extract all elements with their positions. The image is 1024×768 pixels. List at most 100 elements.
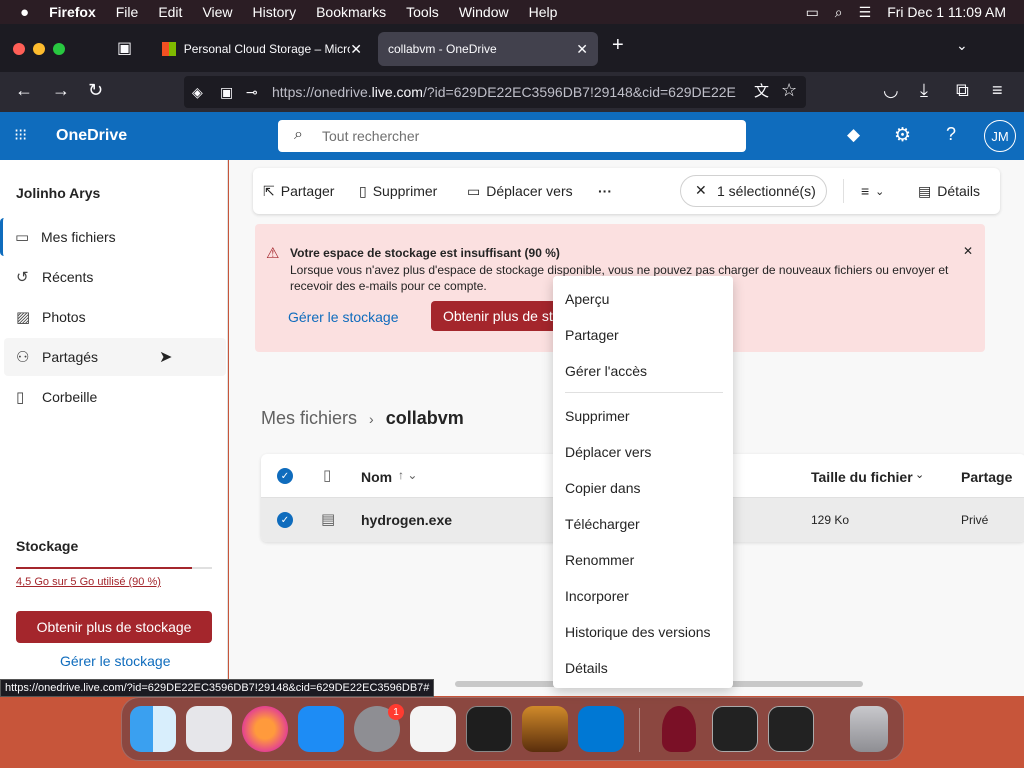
menu-tools[interactable]: Tools xyxy=(406,4,439,20)
column-header-name[interactable]: Nom xyxy=(361,469,392,485)
vscode-icon[interactable] xyxy=(578,706,624,752)
forward-icon[interactable]: → xyxy=(52,80,70,101)
delete-button[interactable]: ▯ Supprimer xyxy=(359,168,437,214)
tab-close-icon[interactable]: ✕ xyxy=(576,41,588,58)
garageband-icon[interactable] xyxy=(522,706,568,752)
menu-item-embed[interactable]: Incorporer xyxy=(565,588,629,604)
app-store-icon[interactable] xyxy=(298,706,344,752)
clear-selection-icon[interactable]: ✕ xyxy=(695,182,707,199)
permissions-icon[interactable]: ⊸ xyxy=(246,84,258,101)
storage-usage-link[interactable]: 4,5 Go sur 5 Go utilisé (90 %) xyxy=(16,576,161,588)
menu-history[interactable]: History xyxy=(253,4,297,20)
menu-item-download[interactable]: Télécharger xyxy=(565,516,640,532)
firefox-view-icon[interactable]: ▣ xyxy=(117,38,132,58)
terminal-icon[interactable] xyxy=(466,706,512,752)
menu-view[interactable]: View xyxy=(202,4,232,20)
more-actions-button[interactable]: ··· xyxy=(598,168,612,214)
lock-icon[interactable]: ▣ xyxy=(220,84,233,101)
get-more-storage-button[interactable]: Obtenir plus de stockage xyxy=(16,611,212,643)
sidebar-item-my-files[interactable]: ▭ Mes fichiers xyxy=(0,218,226,256)
delete-label: Supprimer xyxy=(372,183,438,199)
onedrive-brand[interactable]: OneDrive xyxy=(56,127,127,145)
banner-close-icon[interactable]: ✕ xyxy=(963,244,973,258)
window-zoom-button[interactable] xyxy=(53,43,65,55)
selection-pill[interactable]: ✕ 1 sélectionné(s) xyxy=(680,175,827,207)
menu-help[interactable]: Help xyxy=(529,4,558,20)
screen-mirror-icon[interactable]: ▭ xyxy=(806,4,819,21)
details-button[interactable]: ▤ Détails xyxy=(918,168,980,214)
menu-edit[interactable]: Edit xyxy=(158,4,182,20)
sidebar-item-shared[interactable]: ⚇ Partagés xyxy=(4,338,226,376)
translate-icon[interactable]: 文 xyxy=(754,80,769,101)
control-center-icon[interactable]: ☰ xyxy=(859,4,872,21)
menu-item-share[interactable]: Partager xyxy=(565,327,619,343)
menu-firefox[interactable]: Firefox xyxy=(49,4,96,20)
menu-item-rename[interactable]: Renommer xyxy=(565,552,634,568)
downloads-icon[interactable]: ⤓ xyxy=(920,80,928,101)
menu-item-details[interactable]: Détails xyxy=(565,660,608,676)
share-button[interactable]: ⇱ Partager xyxy=(263,168,334,214)
sidebar-item-photos[interactable]: ▨ Photos xyxy=(4,298,226,336)
trash-icon: ▯ xyxy=(359,182,367,199)
view-options-button[interactable]: ≡ ⌄ xyxy=(861,168,884,214)
firefox-icon[interactable] xyxy=(242,706,288,752)
sidebar-item-recycle-bin[interactable]: ▯ Corbeille xyxy=(4,378,226,416)
menu-item-version-history[interactable]: Historique des versions xyxy=(565,624,711,640)
menu-file[interactable]: File xyxy=(116,4,139,20)
menu-bookmarks[interactable]: Bookmarks xyxy=(316,4,386,20)
extensions-icon[interactable]: ⧉ xyxy=(956,80,969,101)
pocket-icon[interactable]: ◡ xyxy=(883,80,899,101)
bookmark-star-icon[interactable]: ☆ xyxy=(781,80,797,101)
column-header-size[interactable]: Taille du fichier xyxy=(811,469,913,485)
app-launcher-icon[interactable]: ⁝⁝⁝ xyxy=(14,125,27,145)
banner-manage-storage-link[interactable]: Gérer le stockage xyxy=(288,309,399,325)
file-name[interactable]: hydrogen.exe xyxy=(361,512,452,528)
menubar-clock[interactable]: Fri Dec 1 11:09 AM xyxy=(887,4,1006,20)
shield-icon[interactable]: ◈ xyxy=(192,84,203,101)
search-input[interactable]: ⌕ Tout rechercher xyxy=(278,120,746,152)
move-to-button[interactable]: ▭ Déplacer vers xyxy=(467,168,573,214)
reload-icon[interactable]: ↻ xyxy=(88,80,103,101)
launchpad-icon[interactable] xyxy=(186,706,232,752)
tab-close-icon[interactable]: ✕ xyxy=(350,41,362,58)
window-close-button[interactable] xyxy=(13,43,25,55)
menu-item-delete[interactable]: Supprimer xyxy=(565,408,630,424)
menu-item-manage-access[interactable]: Gérer l'accès xyxy=(565,363,647,379)
warning-icon: ⚠ xyxy=(266,245,280,262)
menu-item-preview[interactable]: Aperçu xyxy=(565,291,609,307)
premium-diamond-icon[interactable]: ◆ xyxy=(847,125,860,145)
tab-personal-cloud-storage[interactable]: Personal Cloud Storage – Micro ✕ xyxy=(152,32,372,66)
avatar[interactable]: JM xyxy=(984,120,1016,152)
menu-item-move-to[interactable]: Déplacer vers xyxy=(565,444,651,460)
menu-window[interactable]: Window xyxy=(459,4,509,20)
new-tab-icon[interactable]: + xyxy=(612,34,624,57)
macos-dock: 1 xyxy=(121,697,904,761)
exec-window-2-icon[interactable] xyxy=(768,706,814,752)
sort-ascending-icon[interactable]: ↑ ⌄ xyxy=(398,468,417,482)
row-checkbox[interactable]: ✓ xyxy=(277,512,293,528)
wine-icon[interactable] xyxy=(662,706,696,752)
spotlight-search-icon[interactable]: ⌕ xyxy=(835,4,843,21)
microsoft-logo-icon xyxy=(162,42,176,56)
column-header-sharing[interactable]: Partage xyxy=(961,469,1012,485)
apple-icon[interactable]: ● xyxy=(20,4,29,21)
settings-gear-icon[interactable]: ⚙ xyxy=(894,124,911,147)
tab-collabvm-onedrive[interactable]: collabvm - OneDrive ✕ xyxy=(378,32,598,66)
window-minimize-button[interactable] xyxy=(33,43,45,55)
sidebar-item-recent[interactable]: ↺ Récents xyxy=(4,258,226,296)
url-bar[interactable]: ◈ ▣ ⊸ https://onedrive. live.com/?id=629D… xyxy=(184,76,806,108)
back-icon[interactable]: ← xyxy=(15,80,33,101)
select-all-checkbox[interactable]: ✓ xyxy=(277,468,293,484)
chevron-down-icon[interactable]: ⌄ xyxy=(915,468,924,481)
app-menu-icon[interactable]: ≡ xyxy=(992,80,1003,101)
textedit-icon[interactable] xyxy=(410,706,456,752)
help-icon[interactable]: ? xyxy=(946,124,956,145)
manage-storage-link[interactable]: Gérer le stockage xyxy=(60,653,171,669)
finder-icon[interactable] xyxy=(130,706,176,752)
exec-window-1-icon[interactable] xyxy=(712,706,758,752)
menu-item-copy-to[interactable]: Copier dans xyxy=(565,480,641,496)
chevron-right-icon: › xyxy=(369,410,374,427)
breadcrumb-root[interactable]: Mes fichiers xyxy=(261,408,357,429)
list-all-tabs-icon[interactable]: ⌄ xyxy=(956,37,968,54)
trash-icon[interactable] xyxy=(850,706,888,752)
